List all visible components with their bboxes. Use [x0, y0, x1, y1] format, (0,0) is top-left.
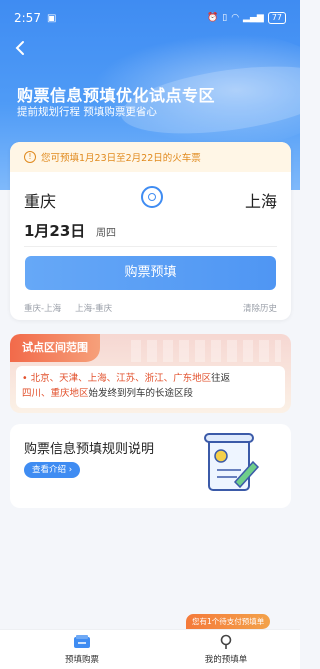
swap-icon [148, 193, 156, 201]
pilot-cities: 北京、天津、上海、江苏、浙江、广东地区 [30, 373, 212, 384]
signal-icon: ▂▄▆ [243, 13, 264, 23]
page-title: 购票信息预填优化试点专区 [17, 86, 216, 105]
bullet-icon: • [22, 373, 28, 384]
rules-title: 购票信息预填规则说明 [24, 442, 155, 457]
pilot-cities: 四川、重庆地区 [22, 388, 89, 399]
booking-card: ! 您可预填1月23日至2月22日的火车票 重庆 上海 1月23日 周四 购票预… [10, 142, 291, 320]
prefill-submit-button[interactable]: 购票预填 [25, 256, 276, 290]
pilot-range-title: 试点区间范围 [10, 334, 100, 362]
chevron-left-icon [15, 41, 24, 55]
train-decoration [131, 340, 281, 362]
alarm-icon: ⏰ [207, 13, 219, 23]
back-button[interactable] [14, 40, 34, 60]
pilot-range-line: • 北京、天津、上海、江苏、浙江、广东地区往返 [22, 371, 279, 386]
departure-date[interactable]: 1月23日 [24, 220, 85, 241]
ticket-icon [74, 635, 90, 648]
history-item[interactable]: 重庆-上海 [24, 302, 61, 314]
notification-icon: ▣ [46, 12, 57, 24]
tab-my-prefill-orders[interactable]: 我的预填单 [186, 634, 266, 665]
tab-label: 我的预填单 [204, 655, 248, 665]
status-icons: ⏰ ▯ ◠ ▂▄▆ 77 [207, 12, 286, 24]
rules-card: 购票信息预填规则说明 查看介绍 › [10, 424, 291, 508]
chevron-right-icon: › [68, 465, 73, 475]
divider [24, 246, 277, 247]
view-intro-label: 查看介绍 [32, 465, 67, 475]
history-item[interactable]: 上海-重庆 [75, 302, 112, 314]
pending-orders-badge[interactable]: 您有1个待支付预填单 [186, 614, 271, 629]
to-station[interactable]: 上海 [245, 188, 277, 212]
search-history: 重庆-上海 上海-重庆 [24, 302, 112, 314]
status-time: 2:57 [14, 11, 41, 25]
tab-label: 预填购票 [64, 655, 99, 665]
pilot-range-text: 始发终到列车的长途区段 [88, 388, 194, 399]
departure-weekday: 周四 [96, 228, 116, 239]
booking-notice: ! 您可预填1月23日至2月22日的火车票 [10, 142, 291, 172]
pilot-range-body: • 北京、天津、上海、江苏、浙江、广东地区往返 四川、重庆地区始发终到列车的长途… [16, 366, 285, 408]
clear-history-button[interactable]: 清除历史 [243, 302, 277, 314]
pilot-range-text: 往返 [211, 373, 231, 384]
tab-prefill-booking[interactable]: 预填购票 [42, 634, 122, 665]
notice-text: 您可预填1月23日至2月22日的火车票 [41, 153, 201, 164]
from-station[interactable]: 重庆 [24, 188, 56, 212]
info-icon: ! [24, 151, 36, 163]
pilot-range-card: 试点区间范围 • 北京、天津、上海、江苏、浙江、广东地区往返 四川、重庆地区始发… [10, 334, 291, 413]
page-subtitle: 提前规划行程 预填购票更省心 [17, 106, 157, 118]
vibrate-icon: ▯ [222, 13, 228, 23]
scroll-pen-icon [204, 433, 260, 491]
status-bar: 2:57 ▣ ⏰ ▯ ◠ ▂▄▆ 77 [0, 0, 300, 36]
person-icon [220, 634, 232, 649]
swap-stations-button[interactable] [141, 186, 163, 208]
bottom-tab-bar: 预填购票 我的预填单 [0, 629, 300, 669]
pilot-range-line: 四川、重庆地区始发终到列车的长途区段 [22, 386, 279, 401]
wifi-icon: ◠ [231, 13, 240, 23]
battery-icon: 77 [267, 12, 286, 24]
view-intro-button[interactable]: 查看介绍 › [24, 462, 81, 478]
